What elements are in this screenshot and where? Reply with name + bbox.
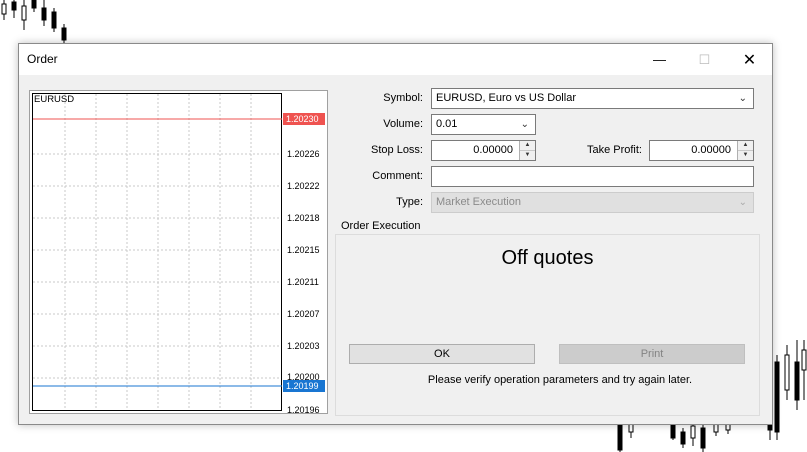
type-label: Type: (396, 196, 423, 208)
print-button[interactable]: Print (559, 344, 745, 364)
tick-chart: 1.20230 1.20199 1.20226 1.20222 1.20218 … (29, 90, 328, 414)
type-value: Market Execution (436, 196, 521, 208)
close-icon: ✕ (742, 51, 757, 69)
symbol-value: EURUSD, Euro vs US Dollar (436, 92, 576, 104)
stop-loss-stepper[interactable]: ▲ ▼ (519, 141, 535, 160)
comment-input[interactable] (431, 166, 754, 187)
chevron-down-icon: ⌄ (738, 93, 747, 104)
spin-up-icon[interactable]: ▲ (520, 141, 535, 151)
bid-price-label: 1.20199 (286, 381, 319, 391)
take-profit-value: 0.00000 (691, 144, 731, 156)
status-text: Off quotes (501, 247, 594, 269)
take-profit-stepper[interactable]: ▲ ▼ (737, 141, 753, 160)
volume-label: Volume: (383, 118, 423, 130)
price-level: 1.20203 (287, 341, 320, 351)
symbol-select[interactable]: EURUSD, Euro vs US Dollar ⌄ (431, 88, 754, 109)
maximize-button[interactable]: ☐ (682, 44, 727, 75)
close-button[interactable]: ✕ (727, 44, 772, 75)
volume-combobox[interactable]: 0.01 ⌄ (431, 114, 536, 135)
chart-symbol-label: EURUSD (34, 94, 75, 105)
price-level: 1.20222 (287, 181, 320, 191)
stop-loss-value: 0.00000 (473, 144, 513, 156)
ask-price-label: 1.20230 (286, 114, 319, 124)
order-execution-label: Order Execution (339, 220, 423, 232)
chevron-down-icon: ⌄ (738, 197, 747, 208)
take-profit-field[interactable]: 0.00000 ▲ ▼ (649, 140, 754, 161)
spin-up-icon[interactable]: ▲ (738, 141, 753, 151)
comment-label: Comment: (372, 170, 423, 182)
price-level: 1.20211 (287, 277, 319, 287)
minimize-button[interactable]: — (637, 44, 682, 75)
type-select[interactable]: Market Execution ⌄ (431, 192, 754, 213)
price-level: 1.20215 (287, 245, 320, 255)
symbol-label: Symbol: (383, 92, 423, 104)
maximize-icon: ☐ (698, 51, 711, 67)
window-title: Order (27, 52, 58, 66)
order-dialog: Order — ☐ ✕ 1.20230 1.20199 1.20226 1.20… (18, 43, 773, 425)
stop-loss-field[interactable]: 0.00000 ▲ ▼ (431, 140, 536, 161)
price-level: 1.20218 (287, 213, 320, 223)
stop-loss-label: Stop Loss: (371, 144, 423, 156)
spin-down-icon[interactable]: ▼ (520, 151, 535, 160)
price-level: 1.20226 (287, 149, 320, 159)
price-level: 1.20200 (287, 372, 320, 382)
title-bar: Order — ☐ ✕ (19, 44, 772, 75)
ok-button[interactable]: OK (349, 344, 535, 364)
volume-value: 0.01 (436, 118, 458, 130)
take-profit-label: Take Profit: (586, 144, 642, 156)
price-level: 1.20207 (287, 309, 320, 319)
minimize-icon: — (653, 52, 666, 67)
spin-down-icon[interactable]: ▼ (738, 151, 753, 160)
chart-overlay: 1.20230 1.20199 1.20226 1.20222 1.20218 … (33, 94, 325, 413)
error-message: Please verify operation parameters and t… (427, 374, 693, 386)
chevron-down-icon: ⌄ (520, 119, 529, 130)
price-level: 1.20196 (287, 405, 320, 413)
